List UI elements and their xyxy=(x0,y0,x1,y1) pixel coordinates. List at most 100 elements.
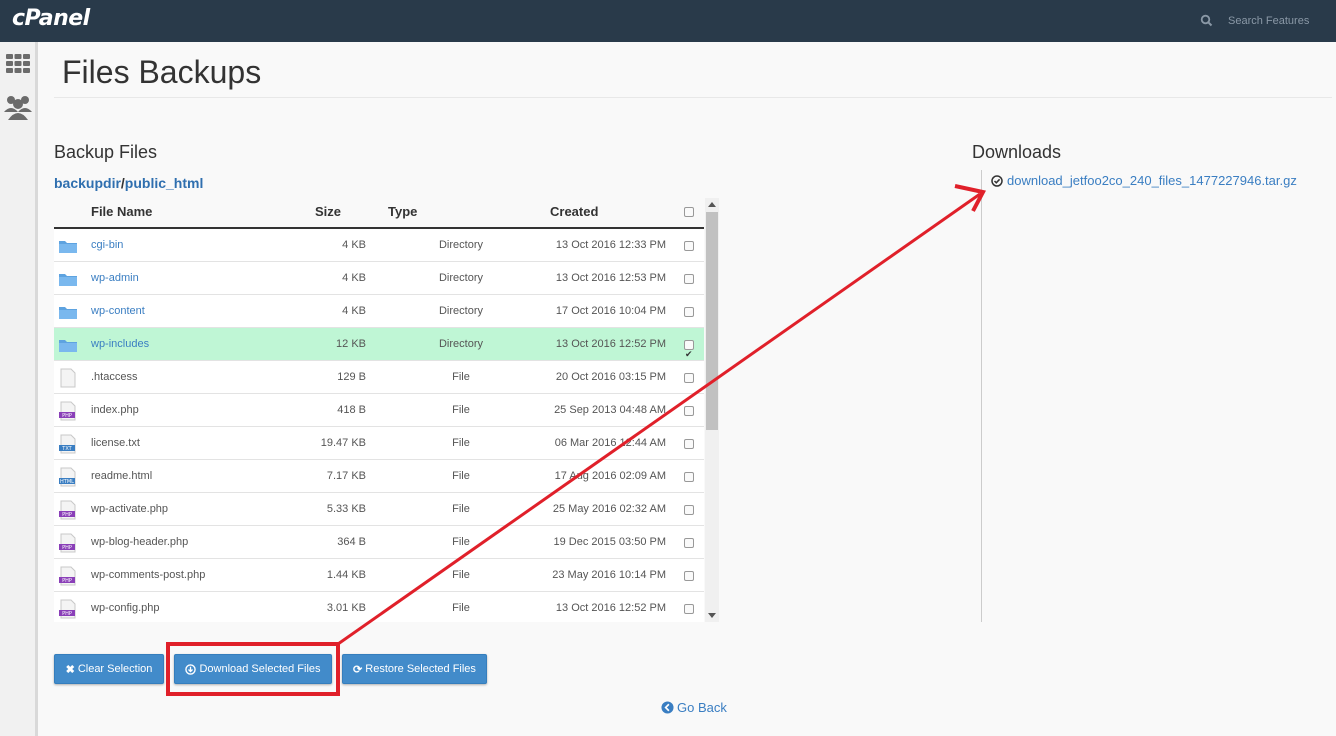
table-row[interactable]: PHP index.php 418 B File 25 Sep 2013 04:48 A… xyxy=(54,394,704,427)
row-checkbox[interactable] xyxy=(684,427,696,460)
row-checkbox[interactable] xyxy=(684,394,696,427)
file-created: 13 Oct 2016 12:52 PM xyxy=(555,338,666,350)
file-name[interactable]: wp-config.php xyxy=(91,592,160,622)
search-input[interactable]: Search Features xyxy=(1228,15,1309,27)
row-checkbox[interactable] xyxy=(684,460,696,493)
file-created: 25 Sep 2013 04:48 AM xyxy=(554,404,666,416)
file-name[interactable]: index.php xyxy=(91,394,139,427)
svg-text:PHP: PHP xyxy=(62,578,72,584)
row-checkbox[interactable] xyxy=(684,493,696,526)
scroll-up-arrow[interactable] xyxy=(708,202,716,207)
table-row[interactable]: wp-content 4 KB Directory 17 Oct 2016 10:04… xyxy=(54,295,704,328)
svg-text:HTML: HTML xyxy=(60,479,74,485)
file-size: 5.33 KB xyxy=(326,503,366,515)
file-name[interactable]: readme.html xyxy=(91,460,152,493)
download-list-item[interactable]: download_jetfoo2co_240_files_1477227946.… xyxy=(991,173,1297,188)
table-row[interactable]: .htaccess 129 B File 20 Oct 2016 03:15 PM xyxy=(54,361,704,394)
file-size: 7.17 KB xyxy=(326,470,366,482)
breadcrumb-root[interactable]: backupdir xyxy=(54,175,121,191)
users-icon[interactable] xyxy=(3,92,33,122)
table-row[interactable]: wp-admin 4 KB Directory 13 Oct 2016 12:53 P… xyxy=(54,262,704,295)
go-back-link[interactable]: Go Back xyxy=(661,700,727,715)
file-type: File xyxy=(452,470,470,482)
file-size: 4 KB xyxy=(342,305,366,317)
table-row[interactable]: HTML readme.html 7.17 KB File 17 Aug 2016 02… xyxy=(54,460,704,493)
table-row[interactable]: TXT license.txt 19.47 KB File 06 Mar 2016 12… xyxy=(54,427,704,460)
file-type: Directory xyxy=(438,239,483,251)
php-file-icon: PHP xyxy=(58,526,78,559)
row-checkbox[interactable] xyxy=(684,361,696,394)
file-created: 25 May 2016 02:32 AM xyxy=(552,503,666,515)
backup-files-heading: Backup Files xyxy=(54,142,158,162)
breadcrumb-current[interactable]: public_html xyxy=(125,175,204,191)
cpanel-logo[interactable]: cPanel xyxy=(12,6,90,31)
download-circle-icon xyxy=(185,663,197,675)
file-type: File xyxy=(452,437,470,449)
backup-files-table: File Name Size Type Created cgi-bin 4 KB D… xyxy=(54,196,704,622)
php-file-icon: PHP xyxy=(58,493,78,526)
search-icon xyxy=(1200,14,1213,27)
row-checkbox[interactable] xyxy=(684,295,696,328)
table-row[interactable]: PHP wp-activate.php 5.33 KB File 25 May 2016… xyxy=(54,493,704,526)
file-size: 418 B xyxy=(337,404,366,416)
file-name[interactable]: wp-activate.php xyxy=(91,493,168,526)
file-size: 4 KB xyxy=(342,239,366,251)
row-checkbox[interactable] xyxy=(684,526,696,559)
file-created: 17 Aug 2016 02:09 AM xyxy=(554,470,666,482)
table-row[interactable]: PHP wp-blog-header.php 364 B File 19 Dec 201… xyxy=(54,526,704,559)
scroll-down-arrow[interactable] xyxy=(708,613,716,618)
column-header-type[interactable]: Type xyxy=(388,196,417,227)
row-checkbox[interactable] xyxy=(684,592,696,622)
file-type: File xyxy=(452,503,470,515)
php-file-icon: PHP xyxy=(58,394,78,427)
table-row[interactable]: cgi-bin 4 KB Directory 13 Oct 2016 12:33 PM xyxy=(54,229,704,262)
search-features[interactable]: Search Features xyxy=(1200,10,1326,32)
row-checkbox[interactable] xyxy=(684,328,696,371)
file-size: 12 KB xyxy=(336,338,366,350)
row-checkbox[interactable] xyxy=(684,229,696,262)
column-header-size[interactable]: Size xyxy=(315,196,341,227)
row-checkbox[interactable] xyxy=(684,559,696,592)
file-name[interactable]: license.txt xyxy=(91,427,140,460)
file-name[interactable]: cgi-bin xyxy=(91,229,123,262)
table-body: cgi-bin 4 KB Directory 13 Oct 2016 12:33 PM… xyxy=(54,229,704,622)
file-type: Directory xyxy=(438,338,483,350)
file-name[interactable]: wp-blog-header.php xyxy=(91,526,188,559)
clear-selection-button[interactable]: ✖ Clear Selection xyxy=(54,654,164,684)
annotation-arrow-head xyxy=(954,184,986,212)
downloads-heading: Downloads xyxy=(972,142,1062,162)
x-icon: ✖ xyxy=(65,663,75,676)
scroll-thumb[interactable] xyxy=(706,212,718,430)
column-header-created[interactable]: Created xyxy=(550,196,598,227)
go-back-label: Go Back xyxy=(677,700,727,715)
folder-icon xyxy=(58,229,78,262)
file-size: 364 B xyxy=(337,536,366,548)
file-created: 13 Oct 2016 12:52 PM xyxy=(555,602,666,614)
column-header-name[interactable]: File Name xyxy=(91,196,152,227)
row-checkbox[interactable] xyxy=(684,262,696,295)
folder-icon xyxy=(58,262,78,295)
table-row[interactable]: PHP wp-comments-post.php 1.44 KB File 23 May… xyxy=(54,559,704,592)
download-selected-label: Download Selected Files xyxy=(199,663,321,675)
file-created: 23 May 2016 10:14 PM xyxy=(552,569,666,581)
file-name[interactable]: wp-content xyxy=(91,295,145,328)
file-name[interactable]: wp-includes xyxy=(91,328,149,361)
select-all-checkbox[interactable] xyxy=(684,196,694,227)
restore-selected-label: Restore Selected Files xyxy=(365,663,476,675)
table-row[interactable]: PHP wp-config.php 3.01 KB File 13 Oct 2016 1… xyxy=(54,592,704,622)
file-size: 19.47 KB xyxy=(320,437,366,449)
table-row[interactable]: wp-includes 12 KB Directory 13 Oct 2016 12:… xyxy=(54,328,704,371)
file-created: 06 Mar 2016 12:44 AM xyxy=(554,437,666,449)
svg-text:PHP: PHP xyxy=(62,413,72,419)
download-file-link[interactable]: download_jetfoo2co_240_files_1477227946.… xyxy=(1007,173,1297,188)
table-scrollbar[interactable] xyxy=(705,198,719,622)
download-selected-button[interactable]: Download Selected Files xyxy=(174,654,332,684)
grid-icon[interactable] xyxy=(3,50,33,80)
file-created: 20 Oct 2016 03:15 PM xyxy=(555,371,666,383)
file-name[interactable]: wp-comments-post.php xyxy=(91,559,205,592)
restore-selected-button[interactable]: ⟳ Restore Selected Files xyxy=(342,654,487,684)
file-name[interactable]: wp-admin xyxy=(91,262,139,295)
file-name[interactable]: .htaccess xyxy=(91,361,137,394)
file-type: File xyxy=(452,602,470,614)
breadcrumb: backupdir/public_html xyxy=(54,175,203,191)
